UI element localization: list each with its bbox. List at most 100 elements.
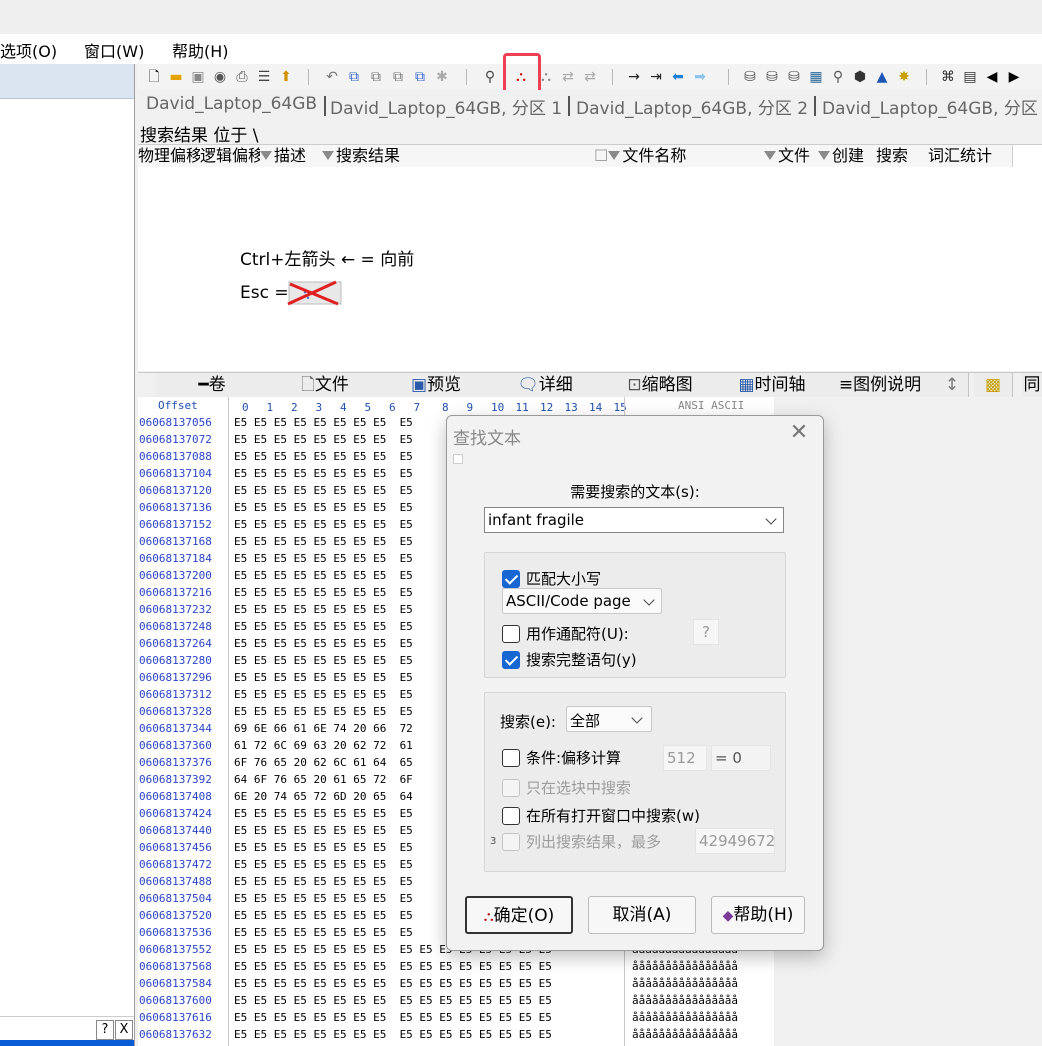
condition-modulo-input[interactable]: 512	[663, 745, 707, 771]
tab-legend[interactable]: ≡图例说明	[824, 373, 937, 397]
tab-file[interactable]: 🗋文件	[268, 373, 383, 397]
list-results-checkbox[interactable]	[502, 833, 520, 851]
hex-offset: 06068137200	[139, 569, 212, 582]
tab-volume[interactable]: ━卷	[156, 373, 269, 397]
tab-timeline[interactable]: ▦时间轴	[720, 373, 825, 397]
export-icon[interactable]: ⬆	[276, 67, 296, 87]
goto-sector-icon[interactable]: ⇥	[646, 67, 666, 87]
recover-icon[interactable]: ⬢	[850, 67, 870, 87]
disk-edit-icon[interactable]: ⛁	[762, 67, 782, 87]
col-search[interactable]: 搜索	[876, 145, 923, 167]
paste-special-icon[interactable]: ⧉	[410, 67, 430, 87]
forward-icon[interactable]: ➡	[690, 67, 710, 87]
codepage-select[interactable]: ASCII/Code page	[502, 588, 662, 614]
condition-offset-checkbox[interactable]	[502, 749, 520, 767]
col-description[interactable]: 描述	[260, 145, 323, 167]
hex-bytes: E5 E5 E5 E5 E5 E5 E5 E5 E5	[234, 705, 413, 718]
tab-thumbnails[interactable]: ⊡缩略图	[600, 373, 721, 397]
col-logical-offset[interactable]: 逻辑偏移	[200, 145, 261, 167]
menu-help[interactable]: 帮助(H)	[172, 38, 229, 62]
left-pane-selection-bar	[0, 1040, 134, 1046]
disk-tools-icon[interactable]: ⛁	[784, 67, 804, 87]
open-disk-icon[interactable]: ◉	[210, 67, 230, 87]
disk-icon[interactable]: ⛁	[740, 67, 760, 87]
tab-disk[interactable]: David_Laptop_64GB	[146, 94, 317, 114]
undo-icon[interactable]: ↶	[322, 67, 342, 87]
hex-offset: 06068137552	[139, 943, 212, 956]
fill-icon[interactable]: ✱	[432, 67, 452, 87]
hex-offset: 06068137296	[139, 671, 212, 684]
find-icon[interactable]: ⚲	[480, 67, 500, 87]
hex-offset: 06068137280	[139, 654, 212, 667]
goto-offset-icon[interactable]: →	[624, 67, 644, 87]
only-block-checkbox[interactable]	[502, 779, 520, 797]
tools-icon[interactable]: ✸	[894, 67, 914, 87]
print-icon[interactable]: ⎙	[232, 67, 252, 87]
cancel-search-icon: ⛬	[287, 280, 342, 306]
wildcard-char-input[interactable]: ?	[693, 619, 719, 645]
cut-icon[interactable]: ⧉	[366, 67, 386, 87]
hex-row[interactable]: 06068137584 E5 E5 E5 E5 E5 E5 E5 E5 E5 E5…	[138, 975, 806, 992]
close-icon[interactable]: ✕	[787, 420, 811, 446]
cancel-button[interactable]: 取消(A)	[588, 896, 696, 934]
help-button[interactable]: ?	[96, 1020, 114, 1040]
search-text-combobox[interactable]: infant fragile	[484, 507, 784, 533]
new-file-icon[interactable]: 🗋	[144, 67, 164, 87]
list-results-max-input[interactable]: 42949672	[695, 828, 775, 854]
hex-offset: 06068137456	[139, 841, 212, 854]
tab-partition-3[interactable]: David_Laptop_64GB, 分区	[822, 94, 1038, 119]
tab-preview[interactable]: ▣预览	[382, 373, 491, 397]
search-scope-select[interactable]: 全部	[566, 706, 652, 732]
ok-button[interactable]: ⛬确定(O)	[465, 896, 573, 934]
col-physical-offset[interactable]: 物理偏移	[138, 145, 201, 167]
properties-icon[interactable]: ☰	[254, 67, 274, 87]
close-pane-button[interactable]: X	[115, 1020, 133, 1040]
col-filename[interactable]: ☐ 文件名称	[594, 145, 765, 167]
resize-handle[interactable]: ↕	[936, 373, 969, 397]
whole-words-checkbox[interactable]	[502, 651, 520, 669]
hex-row[interactable]: 06068137616 E5 E5 E5 E5 E5 E5 E5 E5 E5 E5…	[138, 1009, 806, 1026]
hex-bytes: E5 E5 E5 E5 E5 E5 E5 E5 E5	[234, 892, 413, 905]
hex-offset: 06068137488	[139, 875, 212, 888]
next-icon[interactable]: ▶	[1004, 67, 1024, 87]
col-file[interactable]: 文件	[764, 145, 819, 167]
col-created[interactable]: 创建	[818, 145, 877, 167]
tab-partition-2[interactable]: David_Laptop_64GB, 分区 2	[576, 94, 808, 119]
tab-sync[interactable]: 同	[1022, 373, 1042, 397]
col-word-stats[interactable]: 词汇统计	[922, 145, 1013, 167]
all-windows-checkbox[interactable]	[502, 807, 520, 825]
search-text-label: 需要搜索的文本(s):	[570, 483, 700, 501]
hex-offset: 06068137120	[139, 484, 212, 497]
copy-icon[interactable]: ⧉	[344, 67, 364, 87]
menu-window[interactable]: 窗口(W)	[84, 38, 144, 62]
replace-icon[interactable]: ⇄	[558, 67, 578, 87]
whole-words-label: 搜索完整语句(y)	[526, 651, 637, 669]
hex-bytes: E5 E5 E5 E5 E5 E5 E5 E5 E5	[234, 552, 413, 565]
hex-row[interactable]: 06068137632 E5 E5 E5 E5 E5 E5 E5 E5 E5 E5…	[138, 1026, 806, 1043]
save-icon[interactable]: ▣	[188, 67, 208, 87]
hex-row[interactable]: 06068137600 E5 E5 E5 E5 E5 E5 E5 E5 E5 E5…	[138, 992, 806, 1009]
hex-offset: 06068137440	[139, 824, 212, 837]
hex-col-header: 3	[315, 401, 323, 414]
paste-icon[interactable]: ⧉	[388, 67, 408, 87]
help-button[interactable]: ◆帮助(H)	[711, 896, 805, 934]
hex-row[interactable]: 06068137568 E5 E5 E5 E5 E5 E5 E5 E5 E5 E5…	[138, 958, 806, 975]
ram-icon[interactable]: ▦	[806, 67, 826, 87]
match-case-checkbox[interactable]	[502, 570, 520, 588]
chart-icon[interactable]: ▲	[872, 67, 892, 87]
prev-icon[interactable]: ◀	[982, 67, 1002, 87]
table-icon[interactable]: ▤	[960, 67, 980, 87]
back-icon[interactable]: ⬅	[668, 67, 688, 87]
wildcard-checkbox[interactable]	[502, 625, 520, 643]
col-search-result[interactable]: 搜索结果	[322, 145, 595, 167]
menu-options[interactable]: 选项(O)	[0, 38, 57, 62]
tab-partition-1[interactable]: David_Laptop_64GB, 分区 1	[330, 94, 562, 119]
search-icon[interactable]: ⚲	[828, 67, 848, 87]
tab-details[interactable]: 🗨详细	[490, 373, 601, 397]
hex-bytes: E5 E5 E5 E5 E5 E5 E5 E5 E5	[234, 603, 413, 616]
image-icon[interactable]: ▩	[974, 373, 1013, 397]
open-folder-icon[interactable]: ▬	[166, 67, 186, 87]
replace-hex-icon[interactable]: ⇄	[580, 67, 600, 87]
compare-icon[interactable]: ⌘	[938, 67, 958, 87]
condition-equals-input[interactable]: = 0	[711, 745, 771, 771]
